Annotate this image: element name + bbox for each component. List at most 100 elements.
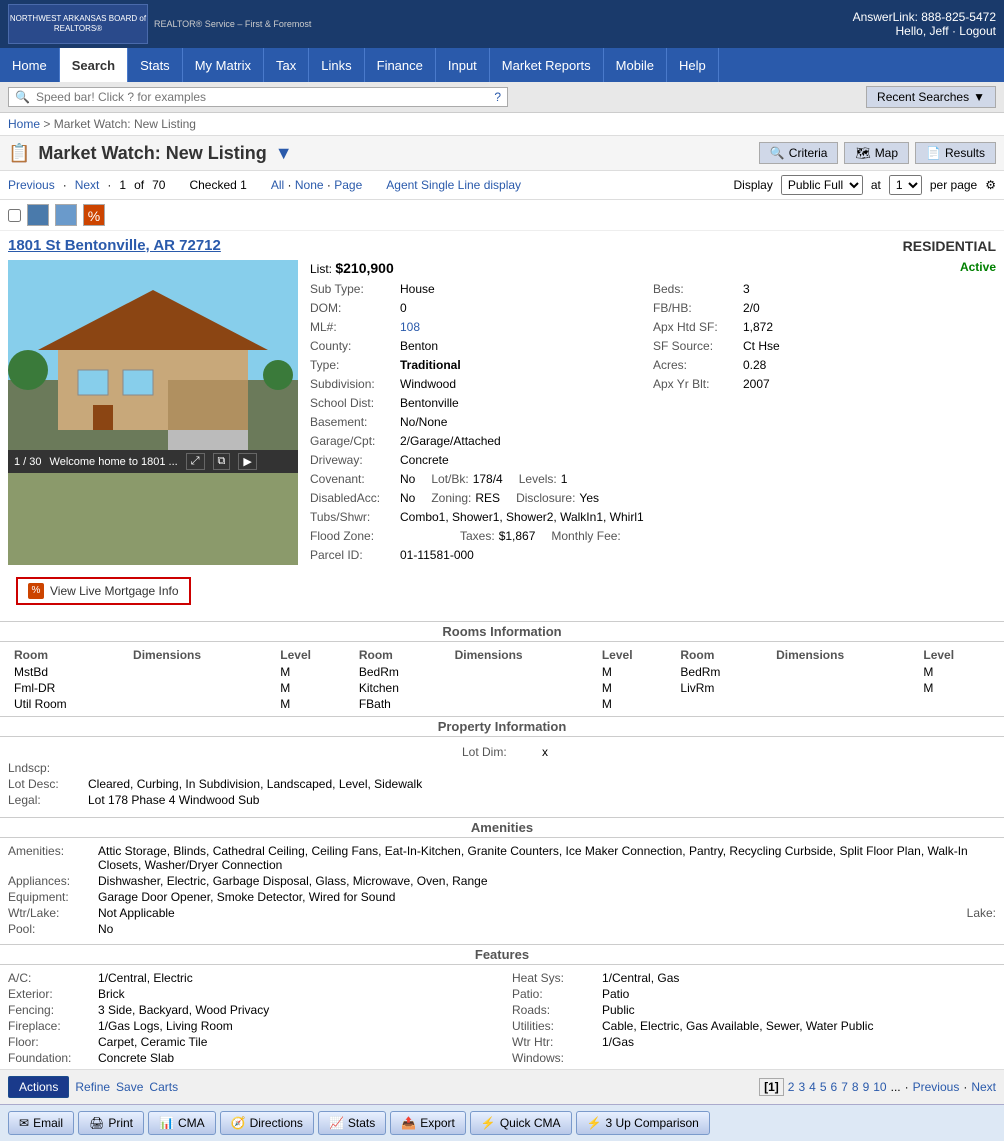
logo-area: NORTHWEST ARKANSAS BOARD of REALTORS® RE… — [8, 4, 311, 44]
nav-help[interactable]: Help — [667, 48, 719, 82]
page-link[interactable]: Page — [334, 178, 362, 192]
pagination-prev[interactable]: Previous — [913, 1080, 960, 1094]
mortgage-icon: % — [28, 583, 44, 599]
directions-button[interactable]: 🧭 Directions — [220, 1111, 314, 1135]
wtr-lake-row: Wtr/Lake: Not Applicable Lake: — [8, 906, 996, 920]
page-7[interactable]: 7 — [841, 1080, 848, 1094]
per-page-select[interactable]: 1 — [889, 175, 922, 195]
page-9[interactable]: 9 — [863, 1080, 870, 1094]
acres-row: Acres: 0.28 — [653, 356, 996, 374]
agent-single-line-link[interactable]: Agent Single Line display — [386, 178, 521, 192]
page-5[interactable]: 5 — [820, 1080, 827, 1094]
search-input[interactable] — [36, 90, 488, 104]
email-button[interactable]: ✉ Email — [8, 1111, 74, 1135]
carts-link[interactable]: Carts — [149, 1080, 178, 1094]
breadcrumb-current: Market Watch: New Listing — [54, 117, 196, 131]
nav-links[interactable]: Links — [309, 48, 364, 82]
export-button[interactable]: 📤 Export — [390, 1111, 466, 1135]
nav-tax[interactable]: Tax — [264, 48, 309, 82]
page-title: 📋 Market Watch: New Listing ▼ — [8, 143, 293, 164]
nav-home[interactable]: Home — [0, 48, 60, 82]
disabled-row: DisabledAcc: No Zoning: RES Disclosure: … — [310, 489, 653, 507]
nav-row-right: Display Public Full at 1 per page ⚙ — [733, 175, 996, 195]
recent-searches-button[interactable]: Recent Searches ▼ — [866, 86, 996, 108]
amenities-section-header: Amenities — [0, 817, 1004, 838]
display-select[interactable]: Public Full — [781, 175, 863, 195]
features-section-header: Features — [0, 944, 1004, 965]
nav-mobile[interactable]: Mobile — [604, 48, 667, 82]
house-svg — [8, 260, 298, 450]
page-2[interactable]: 2 — [788, 1080, 795, 1094]
nav-bar: Home Search Stats My Matrix Tax Links Fi… — [0, 48, 1004, 82]
save-link[interactable]: Save — [116, 1080, 143, 1094]
mortgage-button[interactable]: % View Live Mortgage Info — [16, 577, 191, 605]
tubs-row: Tubs/Shwr: Combo1, Shower1, Shower2, Wal… — [310, 508, 653, 526]
nav-input[interactable]: Input — [436, 48, 490, 82]
subdivision-row: Subdivision: Windwood — [310, 375, 653, 393]
none-link[interactable]: None — [295, 178, 324, 192]
page-8[interactable]: 8 — [852, 1080, 859, 1094]
select-all-checkbox[interactable] — [8, 209, 21, 222]
photo2-icon — [55, 204, 77, 226]
heat-sys-row: Heat Sys: 1/Central, Gas — [512, 971, 996, 985]
page-4[interactable]: 4 — [809, 1080, 816, 1094]
copy-button[interactable]: ⧉ — [213, 453, 231, 470]
refine-link[interactable]: Refine — [75, 1080, 110, 1094]
settings-icon[interactable]: ⚙ — [985, 178, 996, 192]
expand-button[interactable]: ⤢ — [186, 453, 205, 470]
action-bar: Actions Refine Save Carts [1] 2 3 4 5 6 … — [0, 1069, 1004, 1104]
features-grid: A/C: 1/Central, Electric Exterior: Brick… — [8, 971, 996, 1067]
logo: NORTHWEST ARKANSAS BOARD of REALTORS® — [8, 4, 148, 44]
next-image-button[interactable]: ▶ — [238, 453, 256, 470]
pagination-next[interactable]: Next — [971, 1080, 996, 1094]
nav-stats[interactable]: Stats — [128, 48, 183, 82]
foundation-row: Foundation: Concrete Slab — [8, 1051, 492, 1065]
nav-market-reports[interactable]: Market Reports — [490, 48, 604, 82]
breadcrumb-sep: > — [43, 117, 50, 131]
nav-mymatrix[interactable]: My Matrix — [183, 48, 264, 82]
search-icon: 🔍 — [15, 90, 30, 104]
map-button[interactable]: 🗺 Map — [844, 142, 909, 164]
listing-type: RESIDENTIAL — [903, 238, 996, 254]
all-link[interactable]: All — [271, 178, 284, 192]
quick-cma-button[interactable]: ⚡ Quick CMA — [470, 1111, 572, 1135]
fencing-row: Fencing: 3 Side, Backyard, Wood Privacy — [8, 1003, 492, 1017]
nav-finance[interactable]: Finance — [365, 48, 436, 82]
bottom-toolbar: ✉ Email 🖨 Print 📊 CMA 🧭 Directions 📈 Sta… — [0, 1104, 1004, 1141]
nav-search[interactable]: Search — [60, 48, 128, 82]
listing-image: 1 / 30 Welcome home to 1801 ... ⤢ ⧉ ▶ — [8, 260, 298, 565]
wtr-htr-row: Wtr Htr: 1/Gas — [512, 1035, 996, 1049]
criteria-button[interactable]: 🔍 Criteria — [759, 142, 839, 164]
dom-row: DOM: 0 — [310, 299, 653, 317]
driveway-row: Driveway: Concrete — [310, 451, 653, 469]
quick-cma-icon: ⚡ — [481, 1116, 496, 1130]
results-button[interactable]: 📄 Results — [915, 142, 996, 164]
image-counter: 1 / 30 — [14, 456, 42, 468]
floor-row: Floor: Carpet, Ceramic Tile — [8, 1035, 492, 1049]
page-6[interactable]: 6 — [831, 1080, 838, 1094]
features-col-left: A/C: 1/Central, Electric Exterior: Brick… — [8, 971, 492, 1067]
prev-link[interactable]: Previous — [8, 178, 55, 192]
ml-number[interactable]: 108 — [400, 318, 420, 336]
print-button[interactable]: 🖨 Print — [78, 1111, 144, 1135]
cma-button[interactable]: 📊 CMA — [148, 1111, 216, 1135]
print-icon: 🖨 — [89, 1116, 104, 1130]
beds-row: Beds: 3 — [653, 280, 996, 298]
page-3[interactable]: 3 — [798, 1080, 805, 1094]
page-10[interactable]: 10 — [873, 1080, 886, 1094]
stats-button[interactable]: 📈 Stats — [318, 1111, 386, 1135]
listing-address[interactable]: 1801 St Bentonville, AR 72712 — [8, 237, 221, 254]
title-dropdown-icon[interactable]: ▼ — [275, 143, 293, 164]
nav-row-left: Previous · Next · 1 of 70 Checked 1 All … — [8, 178, 521, 192]
breadcrumb-home[interactable]: Home — [8, 117, 40, 131]
legal-row: Legal: Lot 178 Phase 4 Windwood Sub — [8, 793, 996, 807]
mortgage-section: % View Live Mortgage Info — [0, 565, 1004, 617]
roads-row: Roads: Public — [512, 1003, 996, 1017]
page-title-bar: 📋 Market Watch: New Listing ▼ 🔍 Criteria… — [0, 136, 1004, 171]
directions-icon: 🧭 — [231, 1116, 246, 1130]
flood-row: Flood Zone: Taxes: $1,867 Monthly Fee: — [310, 527, 653, 545]
actions-button[interactable]: Actions — [8, 1076, 69, 1098]
search-input-wrap[interactable]: 🔍 ? — [8, 87, 508, 107]
next-link[interactable]: Next — [75, 178, 100, 192]
three-up-button[interactable]: ⚡ 3 Up Comparison — [576, 1111, 710, 1135]
